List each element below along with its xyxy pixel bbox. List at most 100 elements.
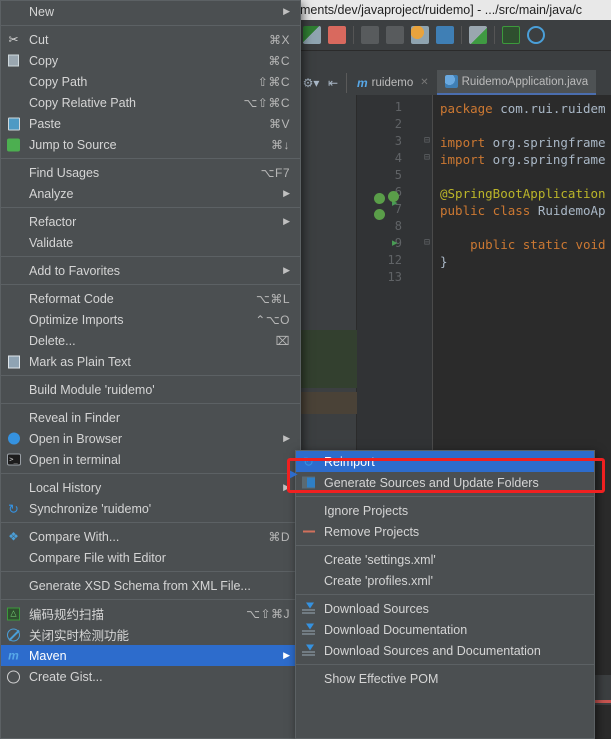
menu-item-shortcut: ⌘↓ (271, 137, 290, 152)
menu-item-new[interactable]: New ▶ (1, 1, 300, 22)
menu-item-remove-projects[interactable]: Remove Projects (296, 521, 594, 542)
menu-item-[interactable]: △ 编码规约扫描 ⌥⇧⌘J (1, 603, 300, 624)
menu-item-create-settings-xml[interactable]: Create 'settings.xml' (296, 549, 594, 570)
disable-inspection-icon (6, 627, 21, 642)
menu-item-open-in-browser[interactable]: Open in Browser ▶ (1, 428, 300, 449)
menu-item-label: Add to Favorites (29, 263, 121, 278)
menu-item-download-documentation[interactable]: Download Documentation (296, 619, 594, 640)
menu-item-download-sources-and-documentation[interactable]: Download Sources and Documentation (296, 640, 594, 661)
menu-item-[interactable]: 关闭实时检测功能 (1, 624, 300, 645)
menu-item-create-gist[interactable]: Create Gist... (1, 666, 300, 687)
menu-item-optimize-imports[interactable]: Optimize Imports ⌃⌥O (1, 309, 300, 330)
menu-item-shortcut: ⌘D (268, 529, 290, 544)
spring-bean-icon-3[interactable] (374, 209, 385, 220)
menu-item-label: Validate (29, 235, 74, 250)
menu-item-add-to-favorites[interactable]: Add to Favorites ▶ (1, 260, 300, 281)
menu-item-paste[interactable]: Paste ⌘V (1, 113, 300, 134)
menu-item-build-module-ruidemo[interactable]: Build Module 'ruidemo' (1, 379, 300, 400)
download-icon (301, 601, 316, 616)
jump-to-source-icon (6, 137, 21, 152)
menu-item-copy-relative-path[interactable]: Copy Relative Path ⌥⇧⌘C (1, 92, 300, 113)
menu-item-show-effective-pom[interactable]: Show Effective POM (296, 668, 594, 689)
remove-icon (301, 524, 316, 539)
fold-marker[interactable]: ⊟ (424, 135, 430, 146)
menu-item-label: 关闭实时检测功能 (29, 629, 130, 643)
spring-bean-icon-2[interactable] (388, 191, 399, 202)
menu-item-label: Optimize Imports (29, 312, 124, 327)
save-all-icon[interactable] (469, 26, 487, 44)
menu-item-synchronize-ruidemo[interactable]: ↻ Synchronize 'ruidemo' (1, 498, 300, 519)
tab-ruidemoapplication-java[interactable]: RuidemoApplication.java (436, 70, 597, 95)
chevron-right-icon: ▶ (283, 433, 290, 443)
menu-item-reimport[interactable]: ↻ Reimport (296, 451, 594, 472)
menu-item-compare-file-with-editor[interactable]: Compare File with Editor (1, 547, 300, 568)
menu-item-delete[interactable]: Delete... ⌧ (1, 330, 300, 351)
scissors-icon: ✂ (8, 32, 19, 47)
code-scan-icon[interactable] (502, 26, 520, 44)
menu-item-shortcut: ⌃⌥O (255, 312, 290, 327)
code-line: import org.springframe (440, 135, 606, 150)
menu-item-validate[interactable]: Validate (1, 232, 300, 253)
menu-item-reformat-code[interactable]: Reformat Code ⌥⌘L (1, 288, 300, 309)
menu-item-generate-xsd-schema-from-xml-file[interactable]: Generate XSD Schema from XML File... (1, 575, 300, 596)
code-line: } (440, 254, 448, 269)
menu-item-label: Find Usages (29, 165, 100, 180)
menu-item-analyze[interactable]: Analyze ▶ (1, 183, 300, 204)
paste-icon (6, 116, 21, 131)
menu-item-label: Remove Projects (324, 524, 420, 539)
menu-item-compare-with[interactable]: ❖ Compare With... ⌘D (1, 526, 300, 547)
maven-submenu[interactable]: ↻ Reimport Generate Sources and Update Fol… (295, 450, 595, 739)
menu-item-mark-as-plain-text[interactable]: Mark as Plain Text (1, 351, 300, 372)
menu-item-local-history[interactable]: Local History ▶ (1, 477, 300, 498)
tab-ruidemo[interactable]: m ruidemo ✕ (349, 70, 437, 95)
menu-separator (1, 522, 300, 523)
menu-item-reveal-in-finder[interactable]: Reveal in Finder (1, 407, 300, 428)
fold-marker-2[interactable]: ⊟ (424, 152, 430, 163)
menu-item-label: Download Sources and Documentation (324, 643, 541, 658)
project-structure-icon[interactable] (436, 26, 454, 44)
menu-item-copy[interactable]: Copy ⌘C (1, 50, 300, 71)
settings-wrench-icon[interactable] (411, 26, 429, 44)
menu-item-generate-sources-and-update-folders[interactable]: Generate Sources and Update Folders (296, 472, 594, 493)
menu-item-label: New (29, 4, 55, 19)
disable-inspection-icon[interactable] (527, 26, 545, 44)
spring-bean-icon[interactable] (374, 193, 385, 204)
fold-marker-3[interactable]: ⊟ (424, 237, 430, 248)
menu-separator (1, 284, 300, 285)
java-class-icon (444, 75, 458, 88)
run-gutter-icon-2[interactable]: ▸ (392, 236, 398, 249)
gear-icon[interactable]: ⚙▾ (300, 72, 322, 94)
menu-item-cut[interactable]: ✂ Cut ⌘X (1, 29, 300, 50)
menu-item-find-usages[interactable]: Find Usages ⌥F7 (1, 162, 300, 183)
code-content[interactable]: package com.rui.ruidem import org.springf… (440, 95, 611, 295)
menu-item-create-profiles-xml[interactable]: Create 'profiles.xml' (296, 570, 594, 591)
menu-item-jump-to-source[interactable]: Jump to Source ⌘↓ (1, 134, 300, 155)
debug-step-over-icon[interactable] (361, 26, 379, 44)
menu-item-ignore-projects[interactable]: Ignore Projects (296, 500, 594, 521)
menu-separator (1, 599, 300, 600)
collapse-all-icon[interactable]: ⇤ (322, 72, 344, 94)
menu-separator (296, 664, 594, 665)
debug-step-into-icon[interactable] (386, 26, 404, 44)
code-line: @SpringBootApplication (440, 186, 606, 201)
menu-item-refactor[interactable]: Refactor ▶ (1, 211, 300, 232)
line-number: 3 (394, 134, 402, 148)
menu-item-shortcut: ⌘X (268, 32, 290, 47)
menu-item-label: Create Gist... (29, 669, 103, 684)
menu-separator (1, 473, 300, 474)
stop-icon[interactable] (328, 26, 346, 44)
tabstrip-divider-2 (346, 72, 347, 93)
menu-item-open-in-terminal[interactable]: >_ Open in terminal (1, 449, 300, 470)
menu-item-shortcut: ⌥⌘L (255, 291, 290, 306)
line-number: 13 (387, 270, 402, 284)
menu-item-maven[interactable]: m Maven ▶ (1, 645, 300, 666)
close-icon[interactable]: ✕ (420, 77, 428, 88)
line-number: 2 (394, 117, 402, 131)
file-context-menu[interactable]: New ▶ ✂ Cut ⌘X Copy ⌘C Copy Path ⇧⌘C Copy Relativ… (0, 0, 301, 739)
build-icon[interactable] (303, 26, 321, 44)
menu-item-copy-path[interactable]: Copy Path ⇧⌘C (1, 71, 300, 92)
compare-icon: ❖ (8, 529, 19, 544)
menu-item-download-sources[interactable]: Download Sources (296, 598, 594, 619)
line-number: 4 (394, 151, 402, 165)
menu-item-label: Generate Sources and Update Folders (324, 475, 539, 490)
